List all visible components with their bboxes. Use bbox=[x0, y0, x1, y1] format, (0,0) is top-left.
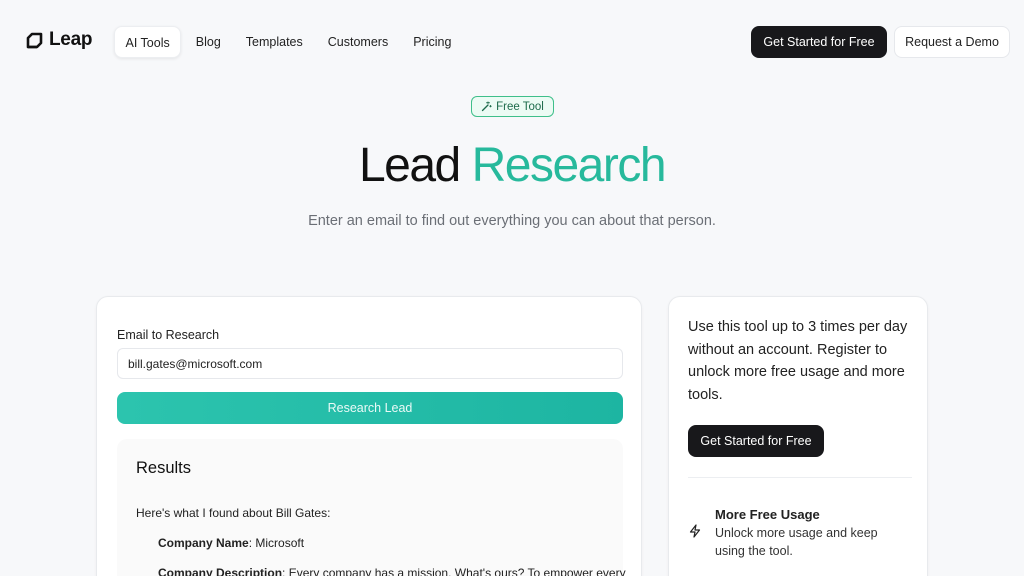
main-nav: AI Tools Blog Templates Customers Pricin… bbox=[114, 26, 464, 58]
results-title: Results bbox=[136, 459, 192, 477]
request-demo-button[interactable]: Request a Demo bbox=[894, 26, 1010, 58]
title-part-research: Research bbox=[471, 139, 667, 192]
lightning-icon bbox=[689, 524, 701, 538]
badge-label: Free Tool bbox=[496, 100, 544, 113]
nav-item-customers[interactable]: Customers bbox=[315, 26, 400, 58]
result-company-name: Company Name: Microsoft bbox=[158, 536, 304, 550]
magic-wand-icon bbox=[481, 101, 492, 112]
brand-name: Leap bbox=[49, 29, 93, 50]
title-part-lead: Lead bbox=[358, 139, 461, 192]
page-title: Lead Research bbox=[0, 138, 1024, 193]
site-header: Leap AI Tools Blog Templates Customers P… bbox=[0, 26, 1024, 58]
nav-item-ai-tools[interactable]: AI Tools bbox=[114, 26, 182, 58]
free-tool-badge: Free Tool bbox=[471, 96, 554, 117]
usage-info-text: Use this tool up to 3 times per day with… bbox=[688, 319, 908, 403]
results-intro: Here's what I found about Bill Gates: bbox=[136, 506, 331, 520]
divider bbox=[688, 477, 912, 478]
result-key: Company Name bbox=[158, 536, 249, 550]
leap-logo-icon bbox=[26, 32, 43, 48]
result-key: Company Description bbox=[158, 566, 283, 576]
nav-item-templates[interactable]: Templates bbox=[233, 26, 315, 58]
feature-description: Unlock more usage and keep using the too… bbox=[715, 526, 878, 558]
email-label: Email to Research bbox=[117, 328, 220, 342]
result-value: : Microsoft bbox=[248, 536, 305, 550]
results-panel: Results Here's what I found about Bill G… bbox=[117, 439, 626, 576]
sidebar-get-started-button[interactable]: Get Started for Free bbox=[688, 425, 824, 457]
brand-logo[interactable]: Leap bbox=[26, 29, 92, 51]
nav-item-pricing[interactable]: Pricing bbox=[401, 26, 464, 58]
usage-info-card: Use this tool up to 3 times per day with… bbox=[668, 296, 928, 576]
page-subtitle: Enter an email to find out everything yo… bbox=[308, 213, 716, 229]
research-lead-button[interactable]: Research Lead bbox=[117, 392, 623, 424]
research-card: Email to Research Research Lead Results … bbox=[96, 296, 642, 576]
email-input[interactable] bbox=[117, 348, 623, 379]
result-company-description: Company Description: Every company has a… bbox=[158, 566, 626, 576]
result-value: : Every company has a mission. What's ou… bbox=[282, 566, 626, 576]
nav-item-blog[interactable]: Blog bbox=[183, 26, 233, 58]
feature-title: More Free Usage bbox=[715, 507, 820, 522]
header-get-started-button[interactable]: Get Started for Free bbox=[751, 26, 887, 58]
